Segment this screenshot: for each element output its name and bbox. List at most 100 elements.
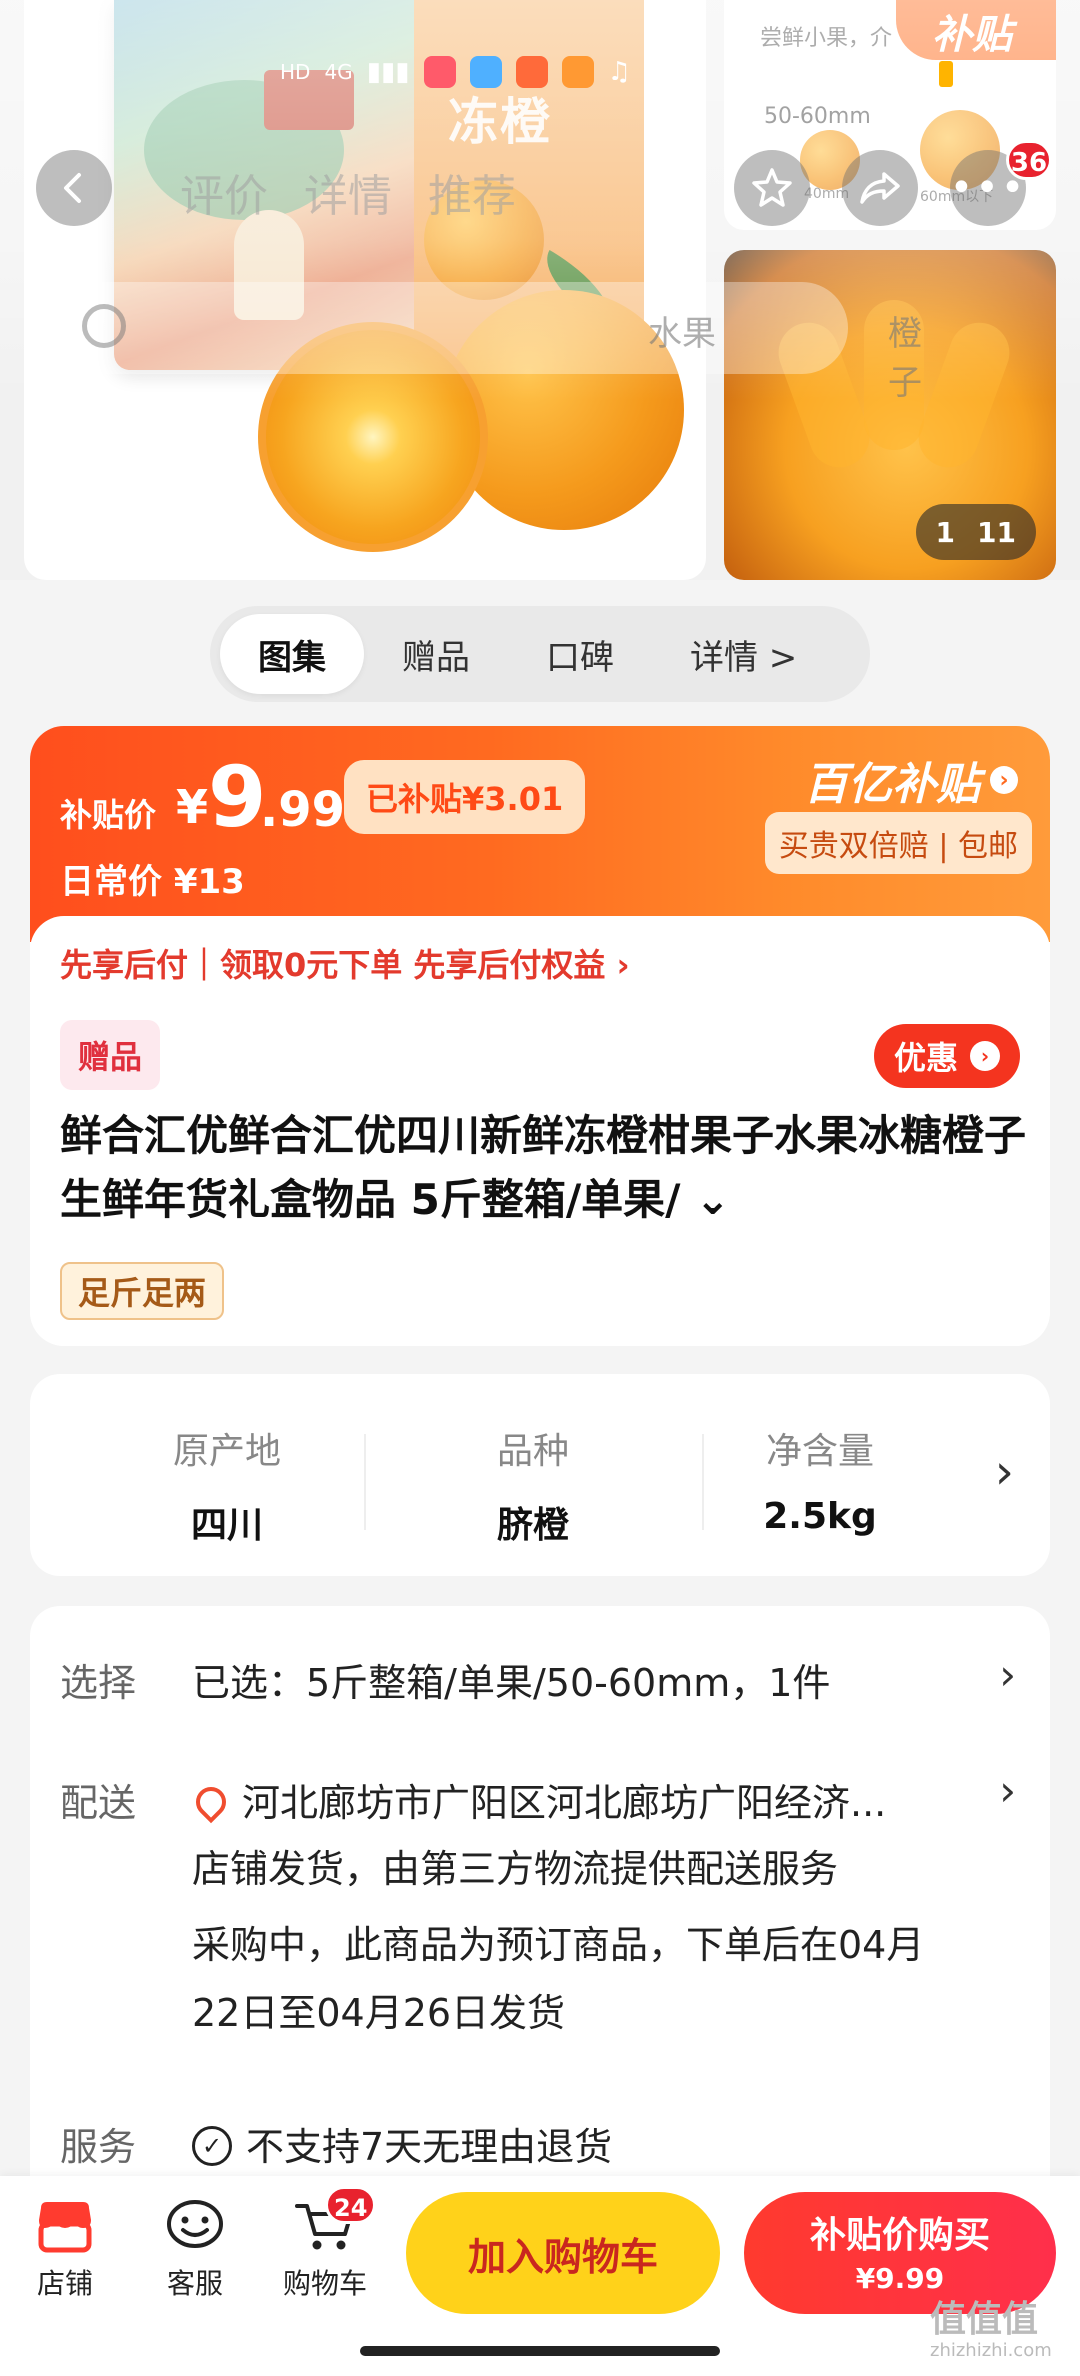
- billion-subsidy-link[interactable]: 百亿补贴 ›: [804, 748, 1018, 812]
- search-keyword: 橙子: [888, 314, 922, 403]
- chevron-right-icon[interactable]: ›: [999, 1766, 1016, 1815]
- price-currency: ¥: [176, 780, 209, 834]
- star-icon: [752, 168, 792, 207]
- return-policy: 不支持7天无理由退货: [246, 2125, 613, 2169]
- delivery-address: 河北廊坊市广阳区河北廊坊广阳经济...: [242, 1781, 887, 1825]
- watermark-logo: 值值值: [930, 2299, 1039, 2340]
- chat-face-icon: [163, 2198, 227, 2254]
- chevron-right-icon: ›: [990, 766, 1018, 794]
- select-label: 选择: [60, 1661, 137, 1705]
- delivery-address-row[interactable]: 河北廊坊市广阳区河北廊坊广阳经济...: [189, 1772, 887, 1827]
- image-counter: 1 11: [915, 504, 1036, 560]
- daily-price: 日常价 ¥13: [60, 862, 245, 902]
- pay-later-link[interactable]: 先享后付｜领取0元下单 先享后付权益 ›: [60, 940, 630, 986]
- buy-label: 补贴价购买: [809, 2215, 990, 2256]
- tab-reputation[interactable]: 口碑: [508, 614, 652, 694]
- delivery-label: 配送: [60, 1781, 137, 1825]
- status-bar: HD 4G ▮▮▮ ♫ 5:10: [0, 50, 1080, 100]
- search-bar[interactable]: 水果 橙子: [48, 282, 922, 403]
- nav-tab-reviews[interactable]: 评价: [180, 160, 268, 224]
- price-card: 补贴价 ¥ 9 .99 已补贴¥3.01 日常价 ¥13 百亿补贴 › 买贵双倍…: [30, 726, 1050, 1346]
- cart-label: 购物车: [282, 2267, 367, 2300]
- status-icons: HD 4G ▮▮▮ ♫: [280, 56, 631, 88]
- subsidy-amount-tag: 已补贴¥3.01: [344, 760, 586, 834]
- shopping-cart-icon: 24: [293, 2186, 377, 2254]
- selected-spec[interactable]: 已选：5斤整箱/单果/50-60mm，1件: [192, 1652, 830, 1707]
- counter-total: 11: [977, 515, 1016, 549]
- attr-key: 净含量: [765, 1431, 874, 1472]
- cart-button[interactable]: 24 购物车: [270, 2186, 380, 2302]
- store-icon: [33, 2198, 97, 2254]
- customer-service-button[interactable]: 客服: [140, 2198, 250, 2302]
- price-decimal: .99: [260, 782, 346, 838]
- ship-date-range: 22日至04月26日发货: [192, 1991, 566, 2035]
- product-gallery[interactable]: 冻橙 尝鲜小果，介 50-60mm 补贴 40mm 60mm以下 1 11 HD…: [0, 0, 1080, 580]
- product-info: 先享后付｜领取0元下单 先享后付权益 › 赠品 优惠 › 鲜合汇优鲜合汇优四川新…: [30, 916, 1050, 1346]
- attr-key: 品种: [496, 1431, 569, 1472]
- location-pin-icon: [189, 1780, 233, 1823]
- attr-value: 脐橙: [496, 1505, 569, 1546]
- home-indicator[interactable]: [360, 2346, 720, 2356]
- search-icon: [82, 304, 126, 348]
- clock: 5:10: [963, 54, 1048, 94]
- top-nav-tabs: 评价 详情 推荐: [180, 160, 516, 224]
- network-indicator: 4G: [324, 60, 353, 84]
- signal-icon: ▮▮▮: [366, 57, 410, 87]
- more-icon: •••: [949, 165, 1027, 211]
- music-icon: ♫: [607, 57, 631, 87]
- product-attributes[interactable]: 原产地 四川 品种 脐橙 净含量 2.5kg ›: [30, 1374, 1050, 1576]
- chevron-right-icon: ›: [970, 1041, 1000, 1071]
- back-arrow-icon: [64, 173, 81, 203]
- attr-variety: 品种 脐橙: [368, 1374, 698, 1576]
- service-button-label: 客服: [166, 2267, 223, 2300]
- promo-button[interactable]: 优惠 ›: [873, 1024, 1020, 1088]
- weight-tag: 足斤足两: [60, 1262, 225, 1320]
- cart-count-badge: 24: [325, 2186, 377, 2224]
- attr-value: 2.5kg: [763, 1496, 877, 1537]
- brand-label: 百亿补贴: [804, 759, 980, 810]
- battery-icon: [939, 61, 954, 87]
- chevron-right-icon[interactable]: ›: [999, 1650, 1016, 1699]
- service-row[interactable]: ✓ 不支持7天无理由退货: [192, 2116, 612, 2171]
- add-to-cart-button[interactable]: 加入购物车: [406, 2192, 720, 2314]
- tab-gallery[interactable]: 图集: [220, 614, 364, 694]
- attr-key: 原产地: [172, 1431, 281, 1472]
- store-label: 店铺: [36, 2267, 93, 2300]
- delivery-method: 店铺发货，由第三方物流提供配送服务: [192, 1847, 839, 1891]
- check-circle-icon: ✓: [192, 2125, 232, 2166]
- promo-label: 优惠: [893, 1039, 958, 1077]
- app-icon: [469, 56, 502, 88]
- nav-tab-details[interactable]: 详情: [304, 160, 392, 224]
- store-button[interactable]: 店铺: [10, 2198, 120, 2302]
- app-icon: [423, 56, 456, 88]
- nav-tab-recommend[interactable]: 推荐: [428, 160, 516, 224]
- tab-details[interactable]: 详情 >: [652, 614, 835, 694]
- attr-value: 四川: [190, 1505, 263, 1546]
- status-time: 5:10: [939, 54, 1048, 94]
- purchase-details: 选择 已选：5斤整箱/单果/50-60mm，1件 › 配送 河北廊坊市广阳区河北…: [30, 1606, 1050, 2246]
- tab-gift[interactable]: 赠品: [364, 614, 508, 694]
- price-integer: 9: [208, 748, 266, 846]
- message-badge: 36: [1006, 140, 1052, 180]
- price-label: 补贴价: [60, 796, 157, 834]
- counter-current: 1: [935, 515, 956, 549]
- product-title[interactable]: 鲜合汇优鲜合汇优四川新鲜冻橙柑果子水果冰糖橙子生鲜年货礼盒物品 5斤整箱/单果/…: [60, 1104, 1030, 1232]
- thumb-text-2: 50-60mm: [764, 104, 871, 129]
- share-icon: [860, 172, 900, 204]
- share-button[interactable]: [842, 150, 918, 226]
- attr-origin: 原产地 四川: [62, 1374, 392, 1576]
- gallery-segment-tabs: 图集 赠品 口碑 详情 >: [210, 606, 870, 702]
- favorite-button[interactable]: [734, 150, 810, 226]
- back-button[interactable]: [36, 150, 112, 226]
- chevron-right-icon[interactable]: ›: [995, 1444, 1014, 1500]
- presale-notice: 采购中，此商品为预订商品，下单后在04月: [192, 1923, 925, 1967]
- app-icon: [515, 56, 548, 88]
- attr-net-weight: 净含量 2.5kg: [670, 1374, 970, 1576]
- app-icon: [561, 56, 594, 88]
- service-label: 服务: [60, 2125, 137, 2169]
- gift-tag[interactable]: 赠品: [60, 1020, 161, 1090]
- subsidy-price-banner: 补贴价 ¥ 9 .99 已补贴¥3.01 日常价 ¥13 百亿补贴 › 买贵双倍…: [30, 726, 1050, 942]
- thumb-text-1: 尝鲜小果，介: [760, 26, 893, 51]
- watermark-url: zhizhizhi.com: [930, 2340, 1052, 2361]
- guarantee-badge[interactable]: 买贵双倍赔 | 包邮: [764, 812, 1032, 874]
